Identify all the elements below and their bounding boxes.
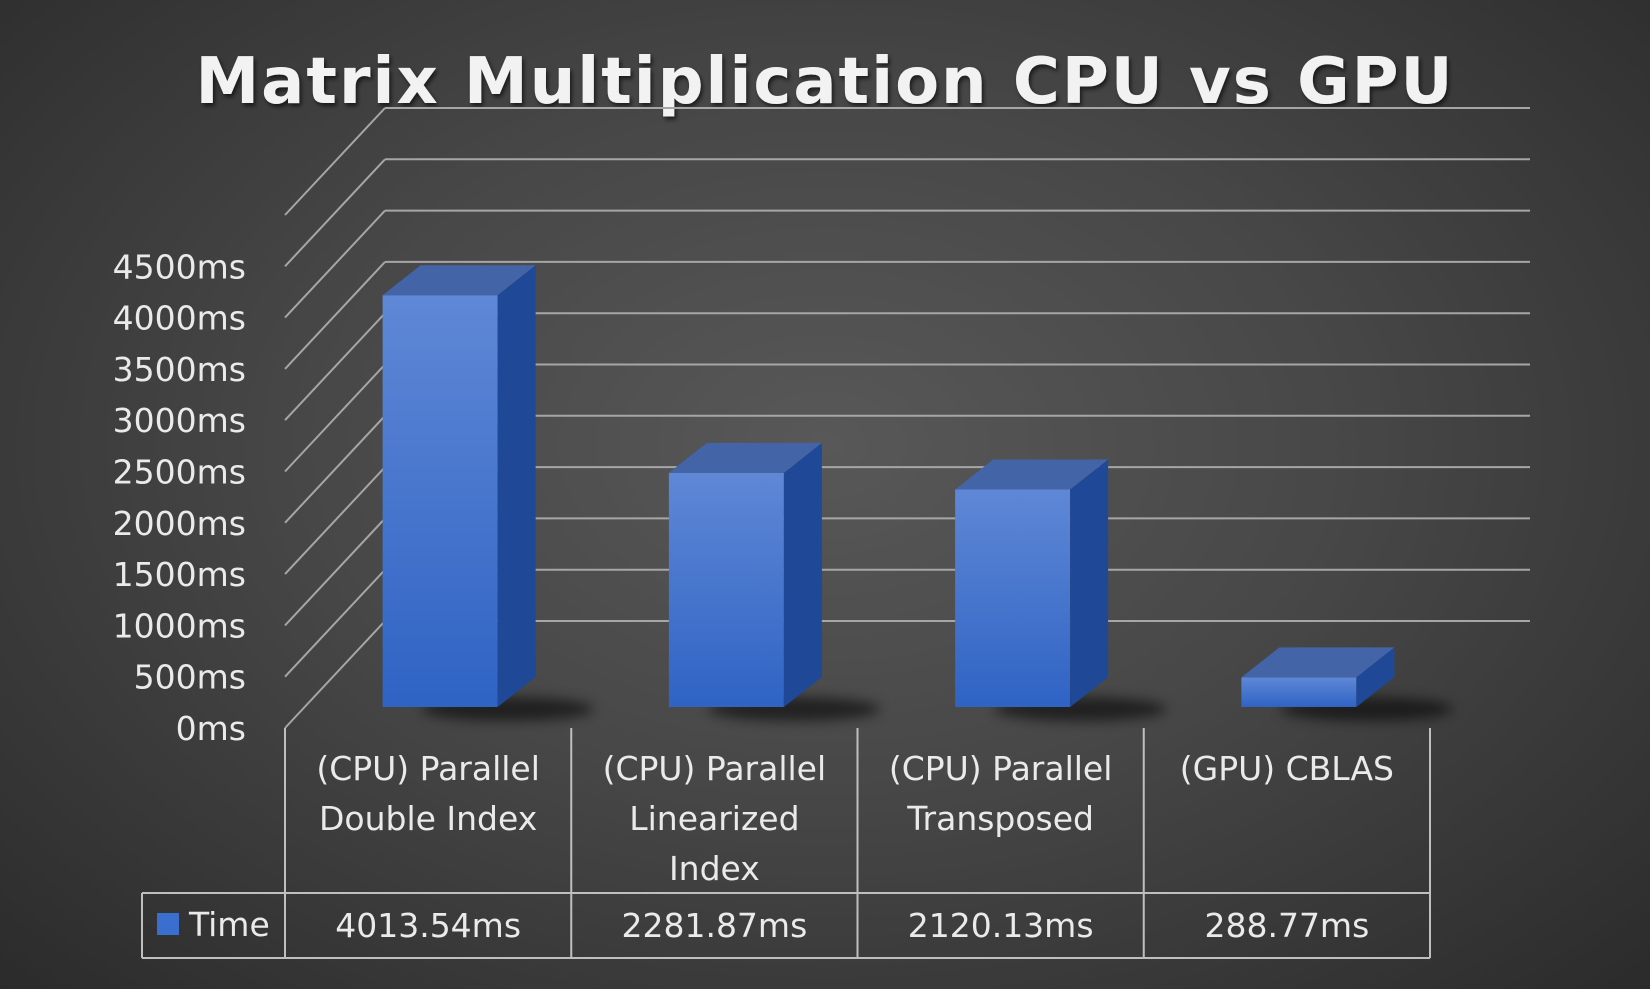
category-label: (CPU) Parallel — [316, 749, 540, 788]
data-value-label: 288.77ms — [1204, 906, 1369, 945]
category-label: Linearized — [629, 799, 799, 838]
legend-label: Time — [188, 905, 270, 944]
y-tick-label: 0ms — [176, 709, 246, 748]
category-label: (CPU) Parallel — [889, 749, 1113, 788]
y-tick-label: 4500ms — [113, 247, 246, 286]
y-tick-label: 2500ms — [113, 453, 246, 492]
y-tick-label: 1500ms — [113, 555, 246, 594]
legend-swatch — [157, 913, 179, 935]
y-tick-label: 500ms — [134, 658, 246, 697]
gridline-side — [284, 569, 386, 678]
y-tick-label: 3000ms — [113, 401, 246, 440]
category-label: (GPU) CBLAS — [1180, 749, 1394, 788]
gridline-side — [284, 415, 386, 524]
data-value-label: 2281.87ms — [621, 906, 807, 945]
bar — [955, 489, 1071, 707]
data-table: (CPU) Parallel Double Index (CPU) Parallel… — [141, 728, 1431, 959]
y-tick-label: 4000ms — [113, 299, 246, 338]
chart-canvas: Matrix Multiplication CPU vs GPU 0ms500m… — [113, 45, 1530, 959]
bar-side — [497, 265, 536, 707]
data-value-label: 2120.13ms — [908, 906, 1094, 945]
bar — [382, 295, 498, 707]
bar-side — [1070, 459, 1109, 707]
gridline-side — [284, 363, 386, 473]
gridline-side — [284, 620, 386, 729]
category-label: Index — [669, 849, 760, 888]
gridline-side — [284, 517, 386, 627]
gridline-side — [284, 261, 386, 370]
bar — [668, 472, 784, 707]
bars — [382, 265, 1453, 721]
gridline-side — [284, 312, 386, 421]
category-label: Transposed — [906, 799, 1094, 838]
bar-side — [783, 442, 822, 707]
bar — [1241, 677, 1357, 707]
gridline-side — [284, 107, 386, 216]
data-value-label: 4013.54ms — [335, 906, 521, 945]
y-tick-label: 2000ms — [113, 504, 246, 543]
gridline-side — [284, 466, 386, 575]
gridline-side — [284, 209, 386, 319]
gridline-side — [284, 158, 386, 267]
category-label: Double Index — [319, 799, 537, 838]
y-tick-label: 1000ms — [113, 606, 246, 645]
y-tick-label: 3500ms — [113, 350, 246, 389]
category-label: (CPU) Parallel — [603, 749, 827, 788]
y-axis: 0ms 500ms 1000ms 1500ms 2000ms 2500ms 3000ms 35… — [113, 247, 246, 748]
